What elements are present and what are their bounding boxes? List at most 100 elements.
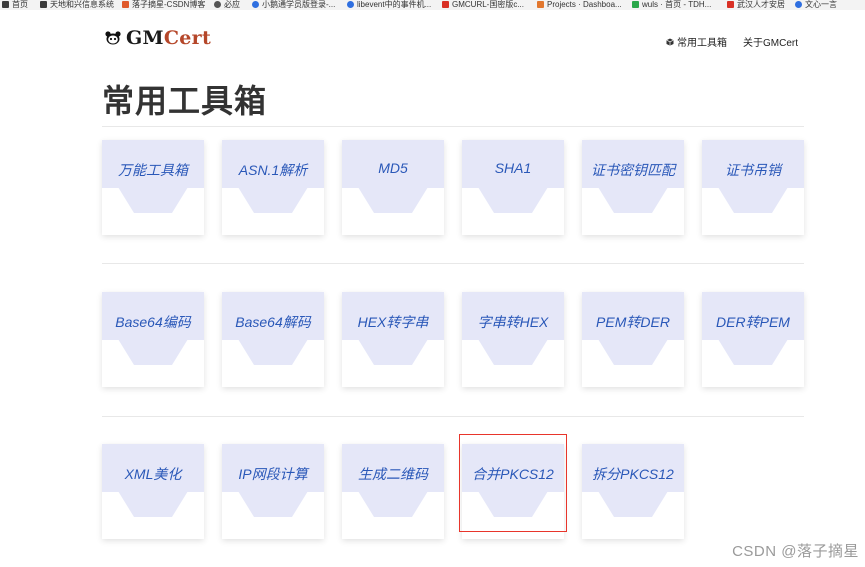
bookmark-icon bbox=[347, 1, 354, 8]
bookmark-label: 必应 bbox=[224, 0, 240, 9]
bookmark-label: 首页 bbox=[12, 0, 28, 9]
bookmark-label: 小鹅通学员版登录-... bbox=[262, 0, 336, 9]
bookmark-icon bbox=[632, 1, 639, 8]
bookmark-item[interactable]: 必应 bbox=[214, 0, 240, 9]
tool-card-label: 万能工具箱 bbox=[118, 162, 188, 178]
bookmark-icon bbox=[537, 1, 544, 8]
tool-card[interactable]: 证书吊销 bbox=[702, 140, 804, 235]
tool-card-tab-shape bbox=[598, 491, 668, 517]
tool-card-tab-shape bbox=[118, 339, 188, 365]
box-icon bbox=[666, 38, 674, 46]
tool-card[interactable]: SHA1 bbox=[462, 140, 564, 235]
site-logo[interactable]: GMCert bbox=[104, 27, 211, 49]
tool-card-label: PEM转DER bbox=[596, 314, 670, 330]
tool-card-tab-shape bbox=[718, 339, 788, 365]
tool-card[interactable]: 拆分PKCS12 bbox=[582, 444, 684, 539]
divider bbox=[102, 126, 804, 127]
tool-card-tab-shape bbox=[238, 339, 308, 365]
bookmark-item[interactable]: 武汉人才安居 bbox=[727, 0, 785, 9]
tool-card-tab-shape bbox=[598, 339, 668, 365]
panda-logo-icon bbox=[105, 31, 121, 45]
tool-card[interactable]: Base64解码 bbox=[222, 292, 324, 387]
watermark: CSDN @落子摘星 bbox=[732, 543, 859, 560]
tool-card-tab-shape bbox=[358, 339, 428, 365]
bookmark-icon bbox=[214, 1, 221, 8]
tool-card[interactable]: 字串转HEX bbox=[462, 292, 564, 387]
bookmark-item[interactable]: 天地和兴信息系统 bbox=[40, 0, 114, 9]
tool-card-label: MD5 bbox=[378, 160, 408, 176]
logo-text-cert: Cert bbox=[163, 27, 212, 49]
tool-card-tab-shape bbox=[358, 187, 428, 213]
tool-card-label: 生成二维码 bbox=[358, 466, 428, 482]
tool-card[interactable]: Base64编码 bbox=[102, 292, 204, 387]
logo-text-gm: GM bbox=[126, 27, 164, 49]
nav-about-label: 关于GMCert bbox=[743, 38, 798, 49]
divider bbox=[102, 416, 804, 417]
bookmark-icon bbox=[727, 1, 734, 8]
bookmark-icon bbox=[40, 1, 47, 8]
bookmark-label: 天地和兴信息系统 bbox=[50, 0, 114, 9]
tool-card-tab-shape bbox=[478, 491, 548, 517]
tool-card[interactable]: 生成二维码 bbox=[342, 444, 444, 539]
tool-card-label: Base64解码 bbox=[235, 314, 311, 330]
bookmark-label: wuls · 首页 - TDH... bbox=[642, 0, 712, 9]
tool-card[interactable]: HEX转字串 bbox=[342, 292, 444, 387]
bookmark-item[interactable]: GMCURL-国密版c... bbox=[442, 0, 524, 9]
tool-card[interactable]: 证书密钥匹配 bbox=[582, 140, 684, 235]
bookmark-icon bbox=[252, 1, 259, 8]
bookmark-item[interactable]: 文心一言 bbox=[795, 0, 837, 9]
tool-card-label: DER转PEM bbox=[716, 314, 790, 330]
bookmark-item[interactable]: libevent中的事件机... bbox=[347, 0, 431, 9]
tool-card-tab-shape bbox=[238, 187, 308, 213]
tool-card[interactable]: ASN.1解析 bbox=[222, 140, 324, 235]
logo-text: GMCert bbox=[126, 27, 211, 49]
bookmark-icon bbox=[122, 1, 129, 8]
tool-card-tab-shape bbox=[118, 491, 188, 517]
tool-card-label: 字串转HEX bbox=[477, 314, 549, 330]
bookmark-item[interactable]: wuls · 首页 - TDH... bbox=[632, 0, 711, 9]
tool-card-label: 证书密钥匹配 bbox=[591, 162, 675, 178]
bookmark-label: 文心一言 bbox=[805, 0, 837, 9]
nav-toolbox[interactable]: 常用工具箱 bbox=[666, 34, 727, 49]
tool-card[interactable]: IP网段计算 bbox=[222, 444, 324, 539]
tool-card-tab-shape bbox=[238, 491, 308, 517]
bookmark-label: Projects · Dashboa... bbox=[547, 0, 622, 9]
tool-card-label: ASN.1解析 bbox=[238, 162, 308, 178]
page-title: 常用工具箱 bbox=[102, 83, 268, 119]
tool-card-label: SHA1 bbox=[494, 160, 532, 176]
tool-card-label: HEX转字串 bbox=[357, 314, 429, 330]
bookmark-item[interactable]: 落子摘星-CSDN博客 bbox=[122, 0, 205, 9]
bookmark-label: libevent中的事件机... bbox=[357, 0, 432, 9]
bookmark-icon bbox=[442, 1, 449, 8]
bookmark-label: 武汉人才安居 bbox=[737, 0, 785, 9]
bookmark-item[interactable]: 首页 bbox=[2, 0, 28, 9]
bookmark-icon bbox=[2, 1, 9, 8]
bookmark-item[interactable]: Projects · Dashboa... bbox=[537, 0, 622, 9]
bookmark-item[interactable]: 小鹅通学员版登录-... bbox=[252, 0, 335, 9]
tool-card-label: Base64编码 bbox=[115, 314, 191, 330]
tool-card-label: IP网段计算 bbox=[238, 466, 308, 482]
tool-card[interactable]: 合并PKCS12 bbox=[462, 444, 564, 539]
tool-card-label: 证书吊销 bbox=[725, 162, 781, 178]
tool-card-label: 合并PKCS12 bbox=[472, 466, 554, 482]
tool-card-tab-shape bbox=[718, 187, 788, 213]
tool-card-tab-shape bbox=[478, 339, 548, 365]
tool-card-tab-shape bbox=[598, 187, 668, 213]
bookmark-label: GMCURL-国密版c... bbox=[452, 0, 524, 9]
tool-card-tab-shape bbox=[358, 491, 428, 517]
tool-card-tab-shape bbox=[118, 187, 188, 213]
bookmark-label: 落子摘星-CSDN博客 bbox=[132, 0, 206, 9]
tool-card-label: 拆分PKCS12 bbox=[592, 466, 674, 482]
tool-card[interactable]: PEM转DER bbox=[582, 292, 684, 387]
divider bbox=[102, 263, 804, 264]
nav-toolbox-label: 常用工具箱 bbox=[677, 38, 727, 49]
tool-card[interactable]: XML美化 bbox=[102, 444, 204, 539]
bookmark-icon bbox=[795, 1, 802, 8]
tool-card[interactable]: 万能工具箱 bbox=[102, 140, 204, 235]
nav-about[interactable]: 关于GMCert bbox=[743, 34, 798, 49]
tool-card[interactable]: DER转PEM bbox=[702, 292, 804, 387]
tool-card[interactable]: MD5 bbox=[342, 140, 444, 235]
tool-card-label: XML美化 bbox=[124, 466, 182, 482]
bookmarks-bar: 首页 天地和兴信息系统 落子摘星-CSDN博客 必应 小鹅通学员版登录-... … bbox=[0, 0, 865, 10]
tool-card-tab-shape bbox=[478, 187, 548, 213]
